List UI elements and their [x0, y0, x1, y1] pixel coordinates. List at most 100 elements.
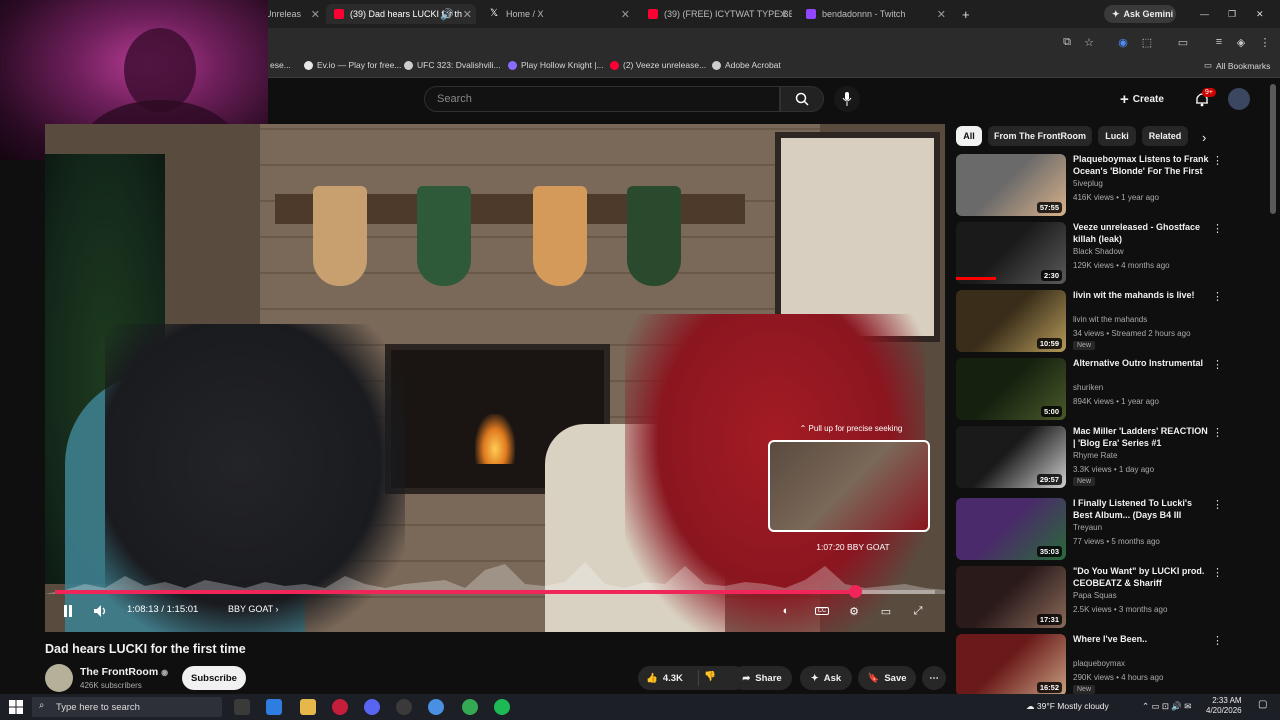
share-button[interactable]: ➦ Share: [732, 666, 792, 690]
recommendation-title[interactable]: "Do You Want" by LUCKI prod. CEOBEATZ & …: [1073, 566, 1209, 589]
video-thumbnail[interactable]: 17:31: [956, 566, 1066, 628]
recommendation-channel[interactable]: Treyaun: [1073, 523, 1102, 532]
browser-tab[interactable]: bendadonnn - Twitch ✕: [800, 4, 950, 24]
close-icon[interactable]: ✕: [621, 8, 630, 21]
video-thumbnail[interactable]: 10:59: [956, 290, 1066, 352]
extension-icon[interactable]: ◉: [1116, 35, 1130, 49]
clock[interactable]: 2:33 AM 4/20/2026: [1206, 696, 1242, 716]
app-icon[interactable]: [332, 699, 348, 715]
recommendation-card[interactable]: 35:03 I Finally Listened To Lucki's Best …: [956, 498, 1224, 564]
recommendation-title[interactable]: Veeze unreleased - Ghostface killah (lea…: [1073, 222, 1209, 245]
progress-scrubber[interactable]: [848, 585, 862, 598]
recommendation-card[interactable]: 10:59 livin wit the mahands is live! livin…: [956, 290, 1224, 356]
menu-icon[interactable]: ⋮: [1258, 35, 1272, 49]
recommendation-channel[interactable]: 5iveplug: [1073, 179, 1103, 188]
video-thumbnail[interactable]: 29:57: [956, 426, 1066, 488]
search-input[interactable]: Search: [424, 86, 780, 112]
video-player[interactable]: ⌃ Pull up for precise seeking 1:07:20 BB…: [45, 124, 945, 632]
recommendation-card[interactable]: 5:00 Alternative Outro Instrumental shurik…: [956, 358, 1224, 424]
close-icon[interactable]: ✕: [779, 8, 788, 21]
close-icon[interactable]: ✕: [463, 8, 472, 21]
video-thumbnail[interactable]: 5:00: [956, 358, 1066, 420]
ask-button[interactable]: ✦ Ask: [800, 666, 852, 690]
puzzle-icon[interactable]: ⬚: [1140, 35, 1154, 49]
browser-tab-active[interactable]: (39) Dad hears LUCKI for th 🔊 ✕: [326, 4, 476, 24]
save-button[interactable]: 🔖 Save: [858, 666, 916, 690]
like-button[interactable]: 👍 4.3K: [646, 673, 683, 684]
recommendation-channel[interactable]: plaqueboymax: [1073, 659, 1125, 668]
autoplay-toggle[interactable]: ◐: [779, 602, 793, 620]
chevron-right-icon[interactable]: ›: [1202, 130, 1206, 145]
chip-lucki[interactable]: Lucki: [1098, 126, 1136, 146]
star-icon[interactable]: ☆: [1082, 35, 1096, 49]
more-vertical-icon[interactable]: ⋮: [1212, 358, 1223, 371]
video-thumbnail[interactable]: 57:55: [956, 154, 1066, 216]
recommendation-title[interactable]: I Finally Listened To Lucki's Best Album…: [1073, 498, 1209, 521]
profile-icon[interactable]: ◈: [1234, 35, 1248, 49]
captions-button[interactable]: CC: [813, 602, 831, 620]
more-vertical-icon[interactable]: ⋮: [1212, 154, 1223, 167]
all-bookmarks[interactable]: ▭ All Bookmarks: [1204, 60, 1270, 71]
dislike-button[interactable]: 👎: [704, 671, 716, 682]
task-view-icon[interactable]: [234, 699, 250, 715]
browser-tab[interactable]: (Unreleas ✕: [262, 4, 324, 24]
scrollbar[interactable]: [1270, 84, 1276, 214]
close-icon[interactable]: ✕: [937, 8, 946, 21]
search-button[interactable]: [780, 86, 824, 112]
chip-all[interactable]: All: [956, 126, 982, 146]
recommendation-card[interactable]: 29:57 Mac Miller 'Ladders' REACTION | 'Bl…: [956, 426, 1224, 492]
recommendation-card[interactable]: 57:55 Plaqueboymax Listens to Frank Ocean…: [956, 154, 1224, 220]
weather-widget[interactable]: ☁ 39°F Mostly cloudy: [1026, 701, 1109, 712]
more-vertical-icon[interactable]: ⋮: [1212, 290, 1223, 303]
video-thumbnail[interactable]: 35:03: [956, 498, 1066, 560]
chip-related[interactable]: Related: [1142, 126, 1188, 146]
notification-center-icon[interactable]: ▢: [1258, 699, 1270, 715]
recommendation-card[interactable]: 16:52 Where I've Been.. plaqueboymax 290K v…: [956, 634, 1224, 700]
recommendation-card[interactable]: 2:30 Veeze unreleased - Ghostface killah …: [956, 222, 1224, 288]
create-button[interactable]: + Create: [1120, 87, 1164, 111]
channel-name[interactable]: The FrontRoom ◉: [80, 666, 168, 678]
app-icon[interactable]: [428, 699, 444, 715]
recommendation-channel[interactable]: Rhyme Rate: [1073, 451, 1117, 460]
recommendation-channel[interactable]: shuriken: [1073, 383, 1103, 392]
volume-button[interactable]: [91, 602, 111, 620]
spotify-icon[interactable]: [494, 699, 510, 715]
more-actions-button[interactable]: ⋯: [922, 666, 946, 690]
recommendation-card[interactable]: 17:31 "Do You Want" by LUCKI prod. CEOBEA…: [956, 566, 1224, 632]
bookmark-item[interactable]: ese...: [270, 60, 291, 70]
channel-avatar[interactable]: [45, 664, 73, 692]
recommendation-title[interactable]: Mac Miller 'Ladders' REACTION | 'Blog Er…: [1073, 426, 1209, 449]
browser-tab[interactable]: 𝕏 Home / X ✕: [484, 4, 634, 24]
settings-button[interactable]: ⚙: [845, 602, 863, 620]
video-thumbnail[interactable]: 2:30: [956, 222, 1066, 284]
account-avatar[interactable]: [1228, 88, 1250, 110]
bookmark-item[interactable]: Ev.io — Play for free...: [304, 60, 401, 70]
bookmark-item[interactable]: Play Hollow Knight |...: [508, 60, 604, 70]
speaker-icon[interactable]: 🔊: [440, 8, 454, 21]
voice-search-button[interactable]: [834, 86, 860, 112]
more-vertical-icon[interactable]: ⋮: [1212, 634, 1223, 647]
tray-icons[interactable]: ⌃ ▭ ⊡ 🔊 ✉: [1142, 701, 1191, 712]
browser-tab[interactable]: (39) (FREE) ICYTWAT TYPE BEAT ✕: [642, 4, 792, 24]
video-thumbnail[interactable]: 16:52: [956, 634, 1066, 696]
edge-icon[interactable]: [266, 699, 282, 715]
file-explorer-icon[interactable]: [300, 699, 316, 715]
more-vertical-icon[interactable]: ⋮: [1212, 426, 1223, 439]
recommendation-title[interactable]: Plaqueboymax Listens to Frank Ocean's 'B…: [1073, 154, 1209, 177]
chip-from-channel[interactable]: From The FrontRoom: [988, 126, 1092, 146]
more-vertical-icon[interactable]: ⋮: [1212, 222, 1223, 235]
windows-start-button[interactable]: [8, 699, 24, 715]
close-icon[interactable]: ✕: [311, 8, 320, 21]
discord-icon[interactable]: [364, 699, 380, 715]
sidebar-icon[interactable]: ▭: [1176, 35, 1190, 49]
bookmark-item[interactable]: Adobe Acrobat: [712, 60, 781, 70]
more-vertical-icon[interactable]: ⋮: [1212, 498, 1223, 511]
theater-mode-button[interactable]: ▭: [877, 602, 895, 620]
ask-gemini-button[interactable]: ✦ Ask Gemini: [1104, 5, 1176, 23]
recommendation-title[interactable]: livin wit the mahands is live!: [1073, 290, 1209, 302]
more-vertical-icon[interactable]: ⋮: [1212, 566, 1223, 579]
recommendation-channel[interactable]: livin wit the mahands: [1073, 315, 1147, 324]
cast-icon[interactable]: ⧉: [1060, 35, 1074, 49]
recommendation-channel[interactable]: Black Shadow: [1073, 247, 1124, 256]
bookmark-item[interactable]: UFC 323: Dvalishvili...: [404, 60, 501, 70]
